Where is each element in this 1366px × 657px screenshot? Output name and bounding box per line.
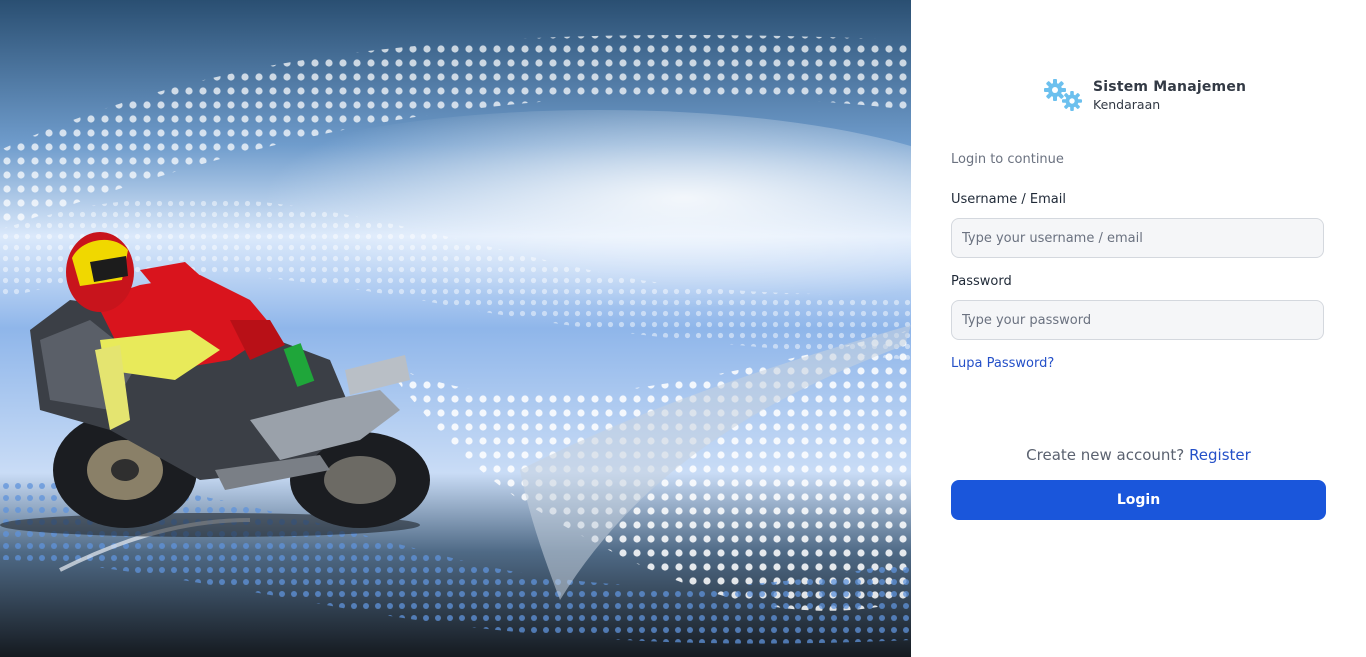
register-prompt: Create new account?	[1026, 446, 1185, 464]
app-title: Sistem Manajemen	[1093, 79, 1247, 95]
username-label: Username / Email	[951, 192, 1066, 207]
password-label: Password	[951, 274, 1012, 289]
register-link[interactable]: Register	[1189, 446, 1251, 464]
register-line: Create new account? Register	[951, 446, 1326, 464]
forgot-password-link[interactable]: Lupa Password?	[951, 356, 1054, 371]
app-subtitle: Kendaraan	[1093, 97, 1161, 112]
motorcycle-rider-illustration	[0, 0, 911, 657]
brand: Sistem Manajemen Kendaraan	[1041, 78, 1246, 114]
username-input[interactable]	[951, 218, 1324, 258]
login-subtitle: Login to continue	[951, 152, 1064, 167]
gears-icon	[1044, 79, 1082, 111]
login-button[interactable]: Login	[951, 480, 1326, 520]
hero-illustration	[0, 0, 911, 657]
password-input[interactable]	[951, 300, 1324, 340]
login-panel: Sistem Manajemen Kendaraan Login to cont…	[911, 0, 1366, 657]
